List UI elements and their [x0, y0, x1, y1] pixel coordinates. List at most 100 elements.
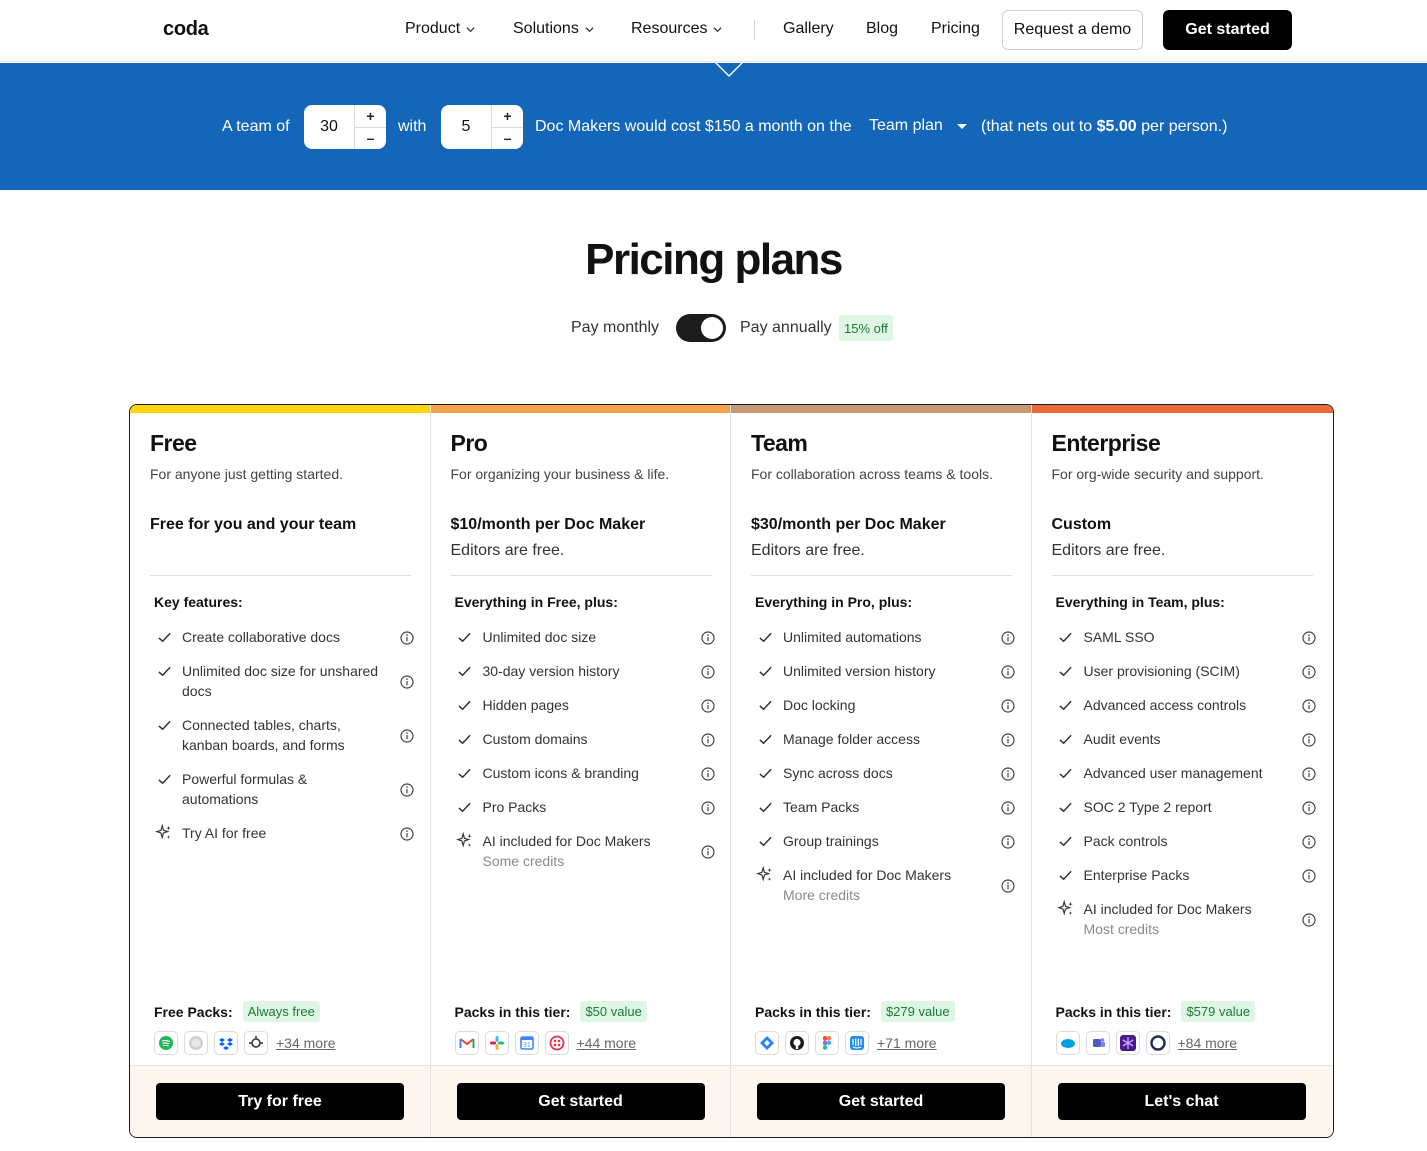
info-icon[interactable]	[700, 698, 715, 713]
teams-icon[interactable]	[1085, 1031, 1110, 1055]
okta-icon[interactable]	[1145, 1031, 1170, 1055]
google-calendar-icon[interactable]: 31	[514, 1031, 539, 1055]
divider	[1051, 575, 1313, 576]
team-size-value[interactable]: 30	[304, 105, 354, 149]
plan-select[interactable]: Team plan	[869, 117, 967, 135]
intercom-icon[interactable]	[845, 1031, 869, 1055]
feature-item: Advanced user management	[1056, 763, 1316, 783]
feature-sublabel: Most credits	[1083, 921, 1159, 937]
info-icon[interactable]	[1301, 630, 1316, 645]
slack-icon[interactable]	[484, 1031, 509, 1055]
check-icon	[1056, 763, 1076, 783]
jira-icon[interactable]	[755, 1031, 779, 1055]
info-icon[interactable]	[700, 844, 715, 859]
calc-prefix: A team of	[222, 118, 290, 135]
figma-icon[interactable]	[815, 1031, 839, 1055]
doc-makers-stepper[interactable]: 5 + –	[441, 105, 523, 149]
pay-monthly-label[interactable]: Pay monthly	[571, 319, 659, 337]
minus-icon[interactable]: –	[355, 128, 386, 150]
info-icon[interactable]	[1301, 868, 1316, 883]
check-icon	[455, 797, 475, 817]
info-icon[interactable]	[400, 728, 414, 743]
info-icon[interactable]	[1001, 766, 1015, 781]
feature-item: AI included for Doc Makers More credits	[755, 865, 1015, 905]
info-icon[interactable]	[700, 732, 715, 747]
info-icon[interactable]	[1001, 834, 1015, 849]
info-icon[interactable]	[1301, 912, 1316, 927]
billing-toggle[interactable]	[676, 314, 726, 342]
plus-icon[interactable]: +	[492, 105, 523, 128]
info-icon[interactable]	[400, 630, 414, 645]
info-icon[interactable]	[1001, 878, 1015, 893]
feature-label: Advanced user management	[1083, 765, 1263, 781]
more-packs-link[interactable]: +44 more	[577, 1035, 637, 1051]
check-icon	[1056, 695, 1076, 715]
feature-text: Try AI for free	[182, 823, 414, 843]
info-icon[interactable]	[1001, 630, 1015, 645]
info-icon[interactable]	[1301, 834, 1316, 849]
openweather-icon[interactable]	[244, 1031, 268, 1055]
twilio-icon[interactable]	[544, 1031, 569, 1055]
nav-product[interactable]: Product	[405, 20, 475, 38]
info-icon[interactable]	[1301, 732, 1316, 747]
plan-description: For anyone just getting started.	[150, 466, 343, 482]
feature-label: Create collaborative docs	[182, 629, 340, 645]
nav-solutions[interactable]: Solutions	[513, 20, 594, 38]
plan-cta-button[interactable]: Get started	[757, 1083, 1005, 1120]
pay-annually-label[interactable]: Pay annually	[740, 319, 832, 337]
info-icon[interactable]	[1001, 732, 1015, 747]
plan-cta-button[interactable]: Let's chat	[1057, 1083, 1306, 1120]
feature-label: Unlimited doc size	[482, 629, 597, 645]
info-icon[interactable]	[1301, 664, 1316, 679]
feature-label: AI included for Doc Makers	[783, 867, 952, 883]
info-icon[interactable]	[700, 630, 715, 645]
info-icon[interactable]	[1001, 664, 1015, 679]
more-packs-link[interactable]: +71 more	[877, 1035, 937, 1051]
wikipedia-icon[interactable]	[184, 1031, 208, 1055]
info-icon[interactable]	[400, 782, 414, 797]
github-icon[interactable]	[785, 1031, 809, 1055]
team-size-stepper[interactable]: 30 + –	[304, 105, 386, 149]
feature-label: Unlimited version history	[783, 663, 936, 679]
request-demo-button[interactable]: Request a demo	[1002, 10, 1143, 50]
dropbox-icon[interactable]	[214, 1031, 238, 1055]
sparkle-icon	[154, 823, 174, 843]
plan-cta-button[interactable]: Try for free	[156, 1083, 404, 1120]
feature-label: Hidden pages	[482, 697, 569, 713]
info-icon[interactable]	[400, 674, 414, 689]
get-started-button[interactable]: Get started	[1163, 10, 1292, 50]
nav-pricing[interactable]: Pricing	[931, 20, 980, 38]
nav-divider	[754, 20, 755, 40]
feature-text: Create collaborative docs	[182, 627, 414, 647]
nav-resources[interactable]: Resources	[631, 20, 723, 38]
more-packs-link[interactable]: +84 more	[1178, 1035, 1238, 1051]
plan-name: Enterprise	[1051, 430, 1161, 456]
nav-gallery[interactable]: Gallery	[783, 20, 834, 38]
minus-icon[interactable]: –	[492, 128, 523, 150]
nav-blog[interactable]: Blog	[866, 20, 898, 38]
info-icon[interactable]	[700, 800, 715, 815]
salesforce-icon[interactable]	[1055, 1031, 1080, 1055]
snowflake-icon[interactable]	[1115, 1031, 1140, 1055]
gmail-icon[interactable]	[454, 1031, 479, 1055]
info-icon[interactable]	[1301, 698, 1316, 713]
feature-label: Manage folder access	[783, 731, 920, 747]
info-icon[interactable]	[1001, 698, 1015, 713]
info-icon[interactable]	[700, 664, 715, 679]
feature-text: Unlimited doc size for unshared docs	[182, 661, 414, 701]
info-icon[interactable]	[1001, 800, 1015, 815]
feature-item: SOC 2 Type 2 report	[1056, 797, 1316, 817]
plus-icon[interactable]: +	[355, 105, 386, 128]
info-icon[interactable]	[1301, 766, 1316, 781]
info-icon[interactable]	[400, 826, 414, 841]
feature-list: SAML SSO User provisioning (SCIM) Advanced…	[1056, 627, 1316, 953]
coda-logo[interactable]: coda	[163, 18, 209, 41]
spotify-icon[interactable]	[154, 1031, 178, 1055]
info-icon[interactable]	[1301, 800, 1316, 815]
feature-item: Group trainings	[755, 831, 1015, 851]
more-packs-link[interactable]: +34 more	[276, 1035, 336, 1051]
info-icon[interactable]	[700, 766, 715, 781]
plan-footer: Get started	[731, 1065, 1031, 1137]
plan-cta-button[interactable]: Get started	[456, 1083, 705, 1120]
doc-makers-value[interactable]: 5	[441, 105, 491, 149]
